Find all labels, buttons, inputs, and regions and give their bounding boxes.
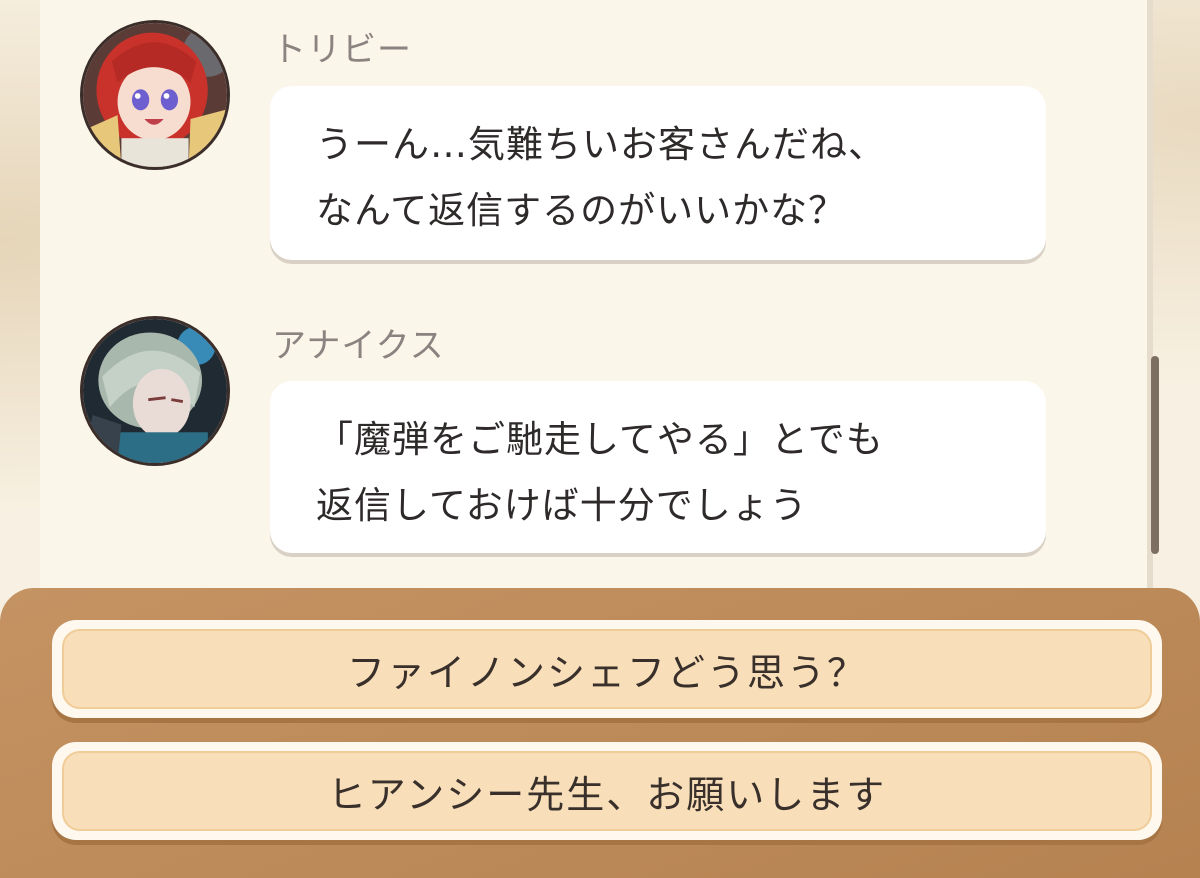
chat-screen: トリビー うーん…気難ちいお客さんだね、 なんて返信するのがいいかな？ アナイク… [0, 0, 1200, 878]
message-line: 「魔弾をご馳走してやる」とでも [316, 418, 884, 461]
reply-option-2-button[interactable]: ヒアンシー先生、お願いします [52, 742, 1162, 840]
message-bubble: うーん…気難ちいお客さんだね、 なんて返信するのがいいかな？ [270, 86, 1046, 260]
chat-area: トリビー うーん…気難ちいお客さんだね、 なんて返信するのがいいかな？ アナイク… [0, 0, 1200, 600]
reply-option-label: ヒアンシー先生、お願いします [327, 772, 887, 817]
speaker-name: アナイクス [272, 326, 445, 366]
speaker-name: トリビー [272, 30, 412, 70]
message-line: うーん…気難ちいお客さんだね、 [316, 123, 886, 166]
message-bubble: 「魔弾をご馳走してやる」とでも 返信しておけば十分でしょう [270, 381, 1046, 553]
character-portrait-red-hair-icon [83, 23, 227, 167]
avatar-anaxa [80, 316, 230, 466]
message-line: なんて返信するのがいいかな？ [316, 189, 847, 232]
character-portrait-silver-hair-icon [83, 319, 227, 463]
avatar-trilby [80, 20, 230, 170]
scrollbar[interactable] [1151, 356, 1159, 554]
message-line: 返信しておけば十分でしょう [316, 484, 808, 527]
reply-option-1-button[interactable]: ファイノンシェフどう思う？ [52, 620, 1162, 718]
reply-option-label: ファイノンシェフどう思う？ [346, 650, 867, 695]
